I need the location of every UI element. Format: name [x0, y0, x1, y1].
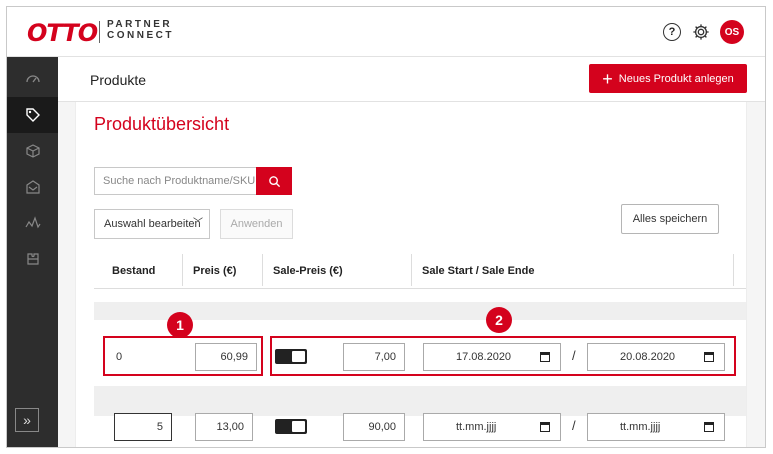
- box-icon: [25, 144, 40, 158]
- highlight-box-1: [103, 336, 263, 376]
- help-icon[interactable]: ?: [663, 23, 681, 41]
- column-divider: [182, 254, 183, 286]
- column-divider: [733, 254, 734, 286]
- row-2-sale-price-input[interactable]: 90,00: [343, 413, 405, 441]
- plus-icon: +: [602, 68, 613, 89]
- puzzle-icon: [26, 253, 39, 265]
- sidebar-item-orders[interactable]: [7, 133, 58, 169]
- page-title: Produkte: [90, 72, 147, 88]
- new-product-button[interactable]: + Neues Produkt anlegen: [589, 64, 747, 93]
- row-2-sale-start-input[interactable]: tt.mm.jjjj: [423, 413, 561, 441]
- search-icon: [268, 175, 280, 187]
- logo-divider: [99, 21, 100, 43]
- row-2-stock-input[interactable]: 5: [114, 413, 172, 441]
- save-all-button[interactable]: Alles speichern: [621, 204, 719, 234]
- brand-line-1: PARTNER: [107, 19, 173, 30]
- analytics-icon: [24, 216, 40, 229]
- chevron-down-icon: ﹀: [193, 218, 203, 229]
- panel-heading: Produktübersicht: [94, 114, 230, 134]
- column-divider: [411, 254, 412, 286]
- column-header-sale-price: Sale-Preis (€): [273, 265, 343, 277]
- bulk-action-value: Auswahl bearbeiten: [104, 218, 201, 230]
- date-separator: /: [572, 418, 576, 433]
- bulk-action-select[interactable]: Auswahl bearbeiten ﹀: [94, 209, 210, 239]
- brand-line-2: CONNECT: [107, 30, 174, 41]
- column-divider: [262, 254, 263, 286]
- row-2-sale-end-value: tt.mm.jjjj: [620, 421, 661, 433]
- new-product-label: Neues Produkt anlegen: [618, 72, 734, 85]
- sidebar-item-products[interactable]: [7, 97, 58, 133]
- dashboard-icon: [25, 75, 40, 83]
- row-spacer: [94, 386, 746, 416]
- top-bar: OTTO PARTNER CONNECT ? OS: [7, 7, 765, 57]
- row-2-sale-start-value: tt.mm.jjjj: [456, 421, 497, 433]
- column-header-price: Preis (€): [193, 265, 237, 277]
- sidebar-item-dashboard[interactable]: [7, 61, 58, 97]
- product-overview-panel: Produktübersicht Suche nach Produktname/…: [75, 102, 747, 447]
- table-header-line: [94, 288, 746, 289]
- toggle-knob: [292, 421, 305, 432]
- return-icon: [25, 180, 40, 194]
- collapse-sidebar-button[interactable]: »: [15, 408, 39, 432]
- annotation-badge-1: 1: [167, 312, 193, 338]
- otto-logo[interactable]: OTTO: [27, 19, 98, 47]
- gear-icon[interactable]: [692, 23, 710, 41]
- search-input[interactable]: Suche nach Produktname/SKU: [94, 167, 256, 195]
- sidebar-item-settings[interactable]: [7, 241, 58, 277]
- highlight-box-2: [270, 336, 736, 376]
- sidebar-item-returns[interactable]: [7, 169, 58, 205]
- tag-icon: [25, 108, 40, 122]
- row-2-sale-toggle[interactable]: [275, 419, 307, 434]
- row-spacer: [94, 302, 746, 320]
- sidebar-item-analytics[interactable]: [7, 205, 58, 241]
- apply-button[interactable]: Anwenden: [220, 209, 293, 239]
- calendar-icon: [540, 422, 550, 432]
- column-header-sale-dates: Sale Start / Sale Ende: [422, 265, 535, 277]
- row-2-price-input[interactable]: 13,00: [195, 413, 253, 441]
- annotation-badge-2: 2: [486, 307, 512, 333]
- app-window: OTTO PARTNER CONNECT ? OS » Produkte + N…: [6, 6, 766, 448]
- column-header-stock: Bestand: [112, 265, 156, 277]
- page-header: Produkte + Neues Produkt anlegen: [58, 57, 765, 102]
- user-avatar[interactable]: OS: [720, 20, 744, 44]
- sidebar: »: [7, 57, 58, 447]
- search-button[interactable]: [256, 167, 292, 195]
- calendar-icon: [704, 422, 714, 432]
- row-2-sale-end-input[interactable]: tt.mm.jjjj: [587, 413, 725, 441]
- partner-connect-brand: PARTNER CONNECT: [107, 19, 174, 41]
